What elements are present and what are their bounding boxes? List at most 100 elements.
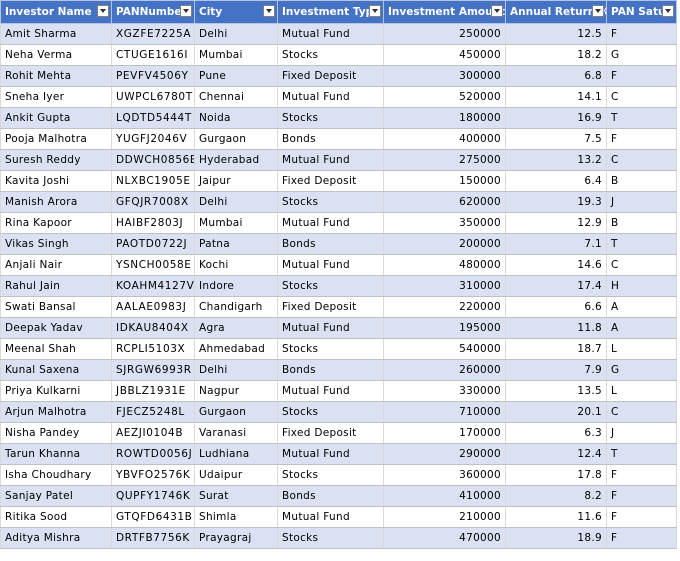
column-header-annual-return[interactable]: Annual Return % bbox=[505, 0, 607, 24]
city-cell[interactable]: Mumbai bbox=[194, 44, 278, 66]
filter-dropdown-button[interactable] bbox=[491, 5, 503, 17]
city-cell[interactable]: Udaipur bbox=[194, 464, 278, 486]
investment-type-cell[interactable]: Mutual Fund bbox=[277, 380, 384, 402]
investment-type-cell[interactable]: Mutual Fund bbox=[277, 443, 384, 465]
city-cell[interactable]: Mumbai bbox=[194, 212, 278, 234]
city-cell[interactable]: Ahmedabad bbox=[194, 338, 278, 360]
investor-name-cell[interactable]: Kunal Saxena bbox=[0, 359, 112, 381]
investor-name-cell[interactable]: Pooja Malhotra bbox=[0, 128, 112, 150]
investment-amount-cell[interactable]: 180000 bbox=[383, 107, 506, 129]
pan-status-cell[interactable]: A bbox=[606, 317, 677, 339]
investment-amount-cell[interactable]: 310000 bbox=[383, 275, 506, 297]
investor-name-cell[interactable]: Neha Verma bbox=[0, 44, 112, 66]
investment-amount-cell[interactable]: 450000 bbox=[383, 44, 506, 66]
investor-name-cell[interactable]: Deepak Yadav bbox=[0, 317, 112, 339]
city-cell[interactable]: Pune bbox=[194, 65, 278, 87]
filter-dropdown-button[interactable] bbox=[369, 5, 381, 17]
pan-status-cell[interactable]: G bbox=[606, 359, 677, 381]
pan-number-cell[interactable]: DRTFB7756K bbox=[111, 527, 195, 549]
investor-name-cell[interactable]: Ankit Gupta bbox=[0, 107, 112, 129]
annual-return-cell[interactable]: 6.8 bbox=[505, 65, 607, 87]
pan-number-cell[interactable]: LQDTD5444T bbox=[111, 107, 195, 129]
investor-name-cell[interactable]: Aditya Mishra bbox=[0, 527, 112, 549]
annual-return-cell[interactable]: 18.7 bbox=[505, 338, 607, 360]
investment-type-cell[interactable]: Stocks bbox=[277, 44, 384, 66]
pan-number-cell[interactable]: NLXBC1905E bbox=[111, 170, 195, 192]
filter-dropdown-button[interactable] bbox=[97, 5, 109, 17]
pan-status-cell[interactable]: A bbox=[606, 296, 677, 318]
investment-type-cell[interactable]: Fixed Deposit bbox=[277, 422, 384, 444]
investment-type-cell[interactable]: Bonds bbox=[277, 485, 384, 507]
investment-type-cell[interactable]: Bonds bbox=[277, 233, 384, 255]
investment-amount-cell[interactable]: 150000 bbox=[383, 170, 506, 192]
pan-number-cell[interactable]: GTQFD6431B bbox=[111, 506, 195, 528]
investment-type-cell[interactable]: Bonds bbox=[277, 128, 384, 150]
investment-amount-cell[interactable]: 480000 bbox=[383, 254, 506, 276]
pan-number-cell[interactable]: DDWCH0856B bbox=[111, 149, 195, 171]
pan-status-cell[interactable]: T bbox=[606, 233, 677, 255]
filter-dropdown-button[interactable] bbox=[592, 5, 604, 17]
investor-name-cell[interactable]: Ritika Sood bbox=[0, 506, 112, 528]
investment-amount-cell[interactable]: 520000 bbox=[383, 86, 506, 108]
investment-type-cell[interactable]: Stocks bbox=[277, 338, 384, 360]
investor-name-cell[interactable]: Isha Choudhary bbox=[0, 464, 112, 486]
pan-status-cell[interactable]: L bbox=[606, 380, 677, 402]
annual-return-cell[interactable]: 6.4 bbox=[505, 170, 607, 192]
investment-type-cell[interactable]: Mutual Fund bbox=[277, 149, 384, 171]
investment-type-cell[interactable]: Mutual Fund bbox=[277, 23, 384, 45]
pan-number-cell[interactable]: UWPCL6780T bbox=[111, 86, 195, 108]
pan-number-cell[interactable]: GFQJR7008X bbox=[111, 191, 195, 213]
pan-status-cell[interactable]: C bbox=[606, 401, 677, 423]
column-header-investor-name[interactable]: Investor Name bbox=[0, 0, 112, 24]
investment-type-cell[interactable]: Stocks bbox=[277, 527, 384, 549]
pan-status-cell[interactable]: C bbox=[606, 86, 677, 108]
pan-number-cell[interactable]: SJRGW6993R bbox=[111, 359, 195, 381]
pan-number-cell[interactable]: PEVFV4506Y bbox=[111, 65, 195, 87]
investment-amount-cell[interactable]: 540000 bbox=[383, 338, 506, 360]
pan-number-cell[interactable]: QUPFY1746K bbox=[111, 485, 195, 507]
investment-type-cell[interactable]: Mutual Fund bbox=[277, 506, 384, 528]
investment-type-cell[interactable]: Stocks bbox=[277, 191, 384, 213]
column-header-city[interactable]: City bbox=[194, 0, 278, 24]
investment-type-cell[interactable]: Fixed Deposit bbox=[277, 65, 384, 87]
investment-amount-cell[interactable]: 170000 bbox=[383, 422, 506, 444]
city-cell[interactable]: Patna bbox=[194, 233, 278, 255]
annual-return-cell[interactable]: 7.1 bbox=[505, 233, 607, 255]
investor-name-cell[interactable]: Arjun Malhotra bbox=[0, 401, 112, 423]
investor-name-cell[interactable]: Rina Kapoor bbox=[0, 212, 112, 234]
investment-amount-cell[interactable]: 220000 bbox=[383, 296, 506, 318]
annual-return-cell[interactable]: 19.3 bbox=[505, 191, 607, 213]
pan-status-cell[interactable]: J bbox=[606, 191, 677, 213]
investment-type-cell[interactable]: Mutual Fund bbox=[277, 212, 384, 234]
city-cell[interactable]: Nagpur bbox=[194, 380, 278, 402]
investment-amount-cell[interactable]: 410000 bbox=[383, 485, 506, 507]
annual-return-cell[interactable]: 13.2 bbox=[505, 149, 607, 171]
column-header-pan-number[interactable]: PANNumber bbox=[111, 0, 195, 24]
investment-amount-cell[interactable]: 400000 bbox=[383, 128, 506, 150]
annual-return-cell[interactable]: 14.1 bbox=[505, 86, 607, 108]
pan-status-cell[interactable]: H bbox=[606, 275, 677, 297]
pan-number-cell[interactable]: KOAHM4127V bbox=[111, 275, 195, 297]
pan-status-cell[interactable]: F bbox=[606, 506, 677, 528]
investment-type-cell[interactable]: Fixed Deposit bbox=[277, 170, 384, 192]
investor-name-cell[interactable]: Priya Kulkarni bbox=[0, 380, 112, 402]
pan-number-cell[interactable]: AALAE0983J bbox=[111, 296, 195, 318]
investor-name-cell[interactable]: Tarun Khanna bbox=[0, 443, 112, 465]
annual-return-cell[interactable]: 12.5 bbox=[505, 23, 607, 45]
annual-return-cell[interactable]: 18.9 bbox=[505, 527, 607, 549]
annual-return-cell[interactable]: 20.1 bbox=[505, 401, 607, 423]
pan-status-cell[interactable]: T bbox=[606, 443, 677, 465]
investor-name-cell[interactable]: Vikas Singh bbox=[0, 233, 112, 255]
investor-name-cell[interactable]: Sneha Iyer bbox=[0, 86, 112, 108]
investor-name-cell[interactable]: Swati Bansal bbox=[0, 296, 112, 318]
pan-status-cell[interactable]: F bbox=[606, 527, 677, 549]
pan-status-cell[interactable]: C bbox=[606, 149, 677, 171]
investment-amount-cell[interactable]: 250000 bbox=[383, 23, 506, 45]
investment-type-cell[interactable]: Mutual Fund bbox=[277, 254, 384, 276]
city-cell[interactable]: Prayagraj bbox=[194, 527, 278, 549]
annual-return-cell[interactable]: 12.4 bbox=[505, 443, 607, 465]
pan-status-cell[interactable]: C bbox=[606, 254, 677, 276]
investment-amount-cell[interactable]: 620000 bbox=[383, 191, 506, 213]
city-cell[interactable]: Chennai bbox=[194, 86, 278, 108]
city-cell[interactable]: Delhi bbox=[194, 23, 278, 45]
